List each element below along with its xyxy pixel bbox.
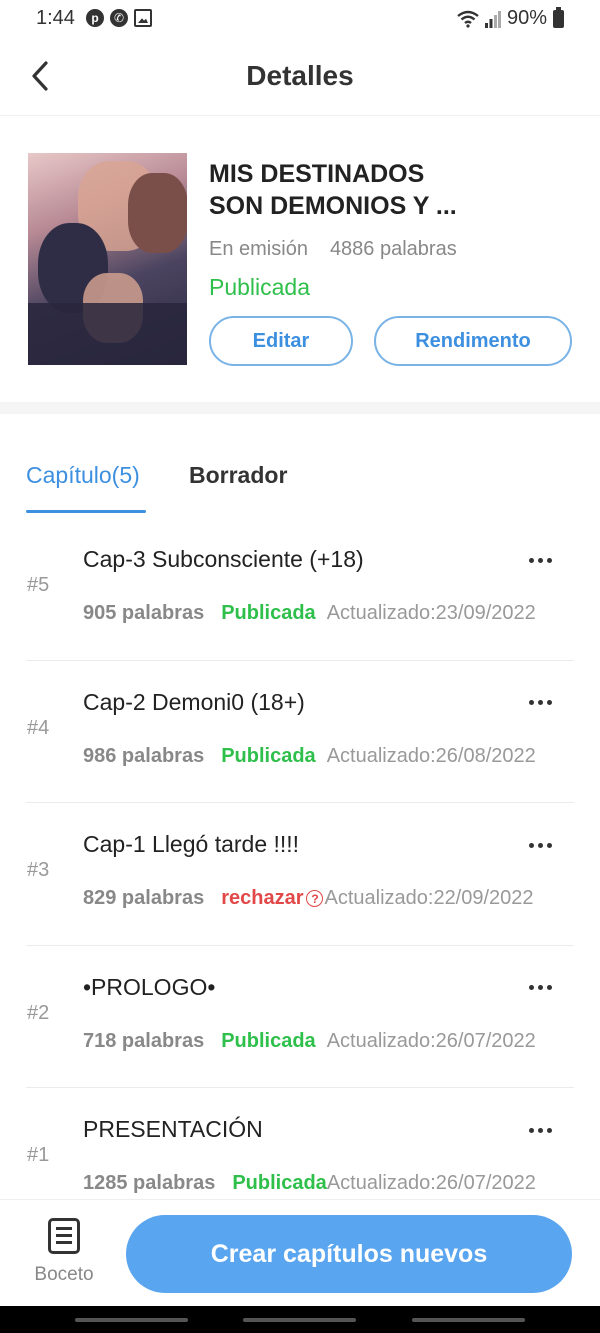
book-meta: En emisión 4886 palabras <box>209 238 457 261</box>
page-title: Detalles <box>246 60 354 91</box>
chapter-title: Cap-2 Demoni0 (18+) <box>83 688 305 715</box>
chapter-status: rechazar <box>221 887 304 909</box>
chapter-status: Publicada <box>221 1029 316 1052</box>
chapter-meta: 829 palabras rechazar ? Actualizado:22/0… <box>83 887 574 910</box>
more-options-icon[interactable] <box>522 548 558 572</box>
chapter-meta: 718 palabras Publicada Actualizado:26/07… <box>83 1030 574 1053</box>
chapter-row[interactable]: #4 Cap-2 Demoni0 (18+) 986 palabras Publ… <box>0 661 600 804</box>
chapter-number: #2 <box>27 1001 50 1024</box>
chapter-title: PRESENTACIÓN <box>83 1116 263 1142</box>
signal-icon <box>484 10 501 28</box>
chapter-updated: Actualizado:26/07/2022 <box>326 1172 536 1194</box>
draft-label: Boceto <box>34 1264 94 1285</box>
whatsapp-icon: ✆ <box>110 9 128 27</box>
bottom-action-bar: Boceto Crear capítulos nuevos <box>0 1199 600 1306</box>
chapter-meta: 1285 palabras Publicada Actualizado:26/0… <box>83 1172 574 1195</box>
book-state: En emisión <box>209 238 308 260</box>
chapter-row[interactable]: #3 Cap-1 Llegó tarde !!!! 829 palabras r… <box>0 803 600 946</box>
chapter-status: Publicada <box>221 602 316 624</box>
nav-recents-icon[interactable] <box>75 1318 188 1322</box>
more-options-icon[interactable] <box>522 976 558 1000</box>
status-right: 90% <box>457 6 564 30</box>
gallery-icon <box>134 9 152 27</box>
more-options-icon[interactable] <box>522 1118 558 1142</box>
chapter-number: #5 <box>27 574 50 596</box>
performance-button[interactable]: Rendimento <box>374 316 572 366</box>
chapter-word-count: 718 palabras <box>83 1029 205 1052</box>
chapter-list: #5 Cap-3 Subconsciente (+18) 905 palabra… <box>0 518 600 1231</box>
notification-icons: p ✆ <box>86 9 152 27</box>
tab-chapters[interactable]: Capítulo(5) <box>26 462 140 489</box>
tab-bar: Capítulo(5) Borrador <box>0 414 600 514</box>
notes-icon <box>48 1218 80 1254</box>
chapter-status: Publicada <box>232 1172 327 1194</box>
create-chapter-button[interactable]: Crear capítulos nuevos <box>126 1215 572 1293</box>
chapter-title: Cap-3 Subconsciente (+18) <box>83 546 364 572</box>
chapter-updated: Actualizado:23/09/2022 <box>326 602 536 624</box>
status-bar: 1:44 p ✆ 90% <box>0 0 600 38</box>
chapter-word-count: 986 palabras <box>83 744 205 767</box>
tab-draft[interactable]: Borrador <box>189 462 287 489</box>
book-status: Publicada <box>209 274 311 300</box>
chapter-updated: Actualizado:26/07/2022 <box>326 1029 536 1052</box>
chapter-title: •PROLOGO• <box>83 973 216 1000</box>
book-cover[interactable] <box>28 153 187 365</box>
draft-button[interactable]: Boceto <box>26 1218 102 1292</box>
chapter-row[interactable]: #5 Cap-3 Subconsciente (+18) 905 palabra… <box>0 518 600 661</box>
edit-button[interactable]: Editar <box>209 316 353 366</box>
chapter-word-count: 1285 palabras <box>83 1172 216 1194</box>
chapter-meta: 905 palabras Publicada Actualizado:23/09… <box>83 602 574 625</box>
chapter-title: Cap-1 Llegó tarde !!!! <box>83 831 300 857</box>
chapter-updated: Actualizado:26/08/2022 <box>326 744 536 767</box>
chapter-word-count: 829 palabras <box>83 887 205 909</box>
book-title-line1: MIS DESTINADOS <box>209 160 425 188</box>
active-tab-indicator <box>26 510 146 513</box>
wifi-icon <box>457 10 479 28</box>
status-time: 1:44 <box>36 7 75 29</box>
chapter-number: #3 <box>27 859 50 881</box>
pinterest-icon: p <box>86 9 104 27</box>
chapter-updated: Actualizado:22/09/2022 <box>324 887 534 909</box>
chapter-number: #4 <box>27 716 50 739</box>
battery-icon <box>553 6 564 28</box>
help-circle-icon[interactable]: ? <box>306 890 324 907</box>
book-info: MIS DESTINADOS SON DEMONIOS Y ... En emi… <box>0 116 600 402</box>
chapter-row[interactable]: #2 •PROLOGO• 718 palabras Publicada Actu… <box>0 946 600 1089</box>
chapter-status: Publicada <box>221 744 316 767</box>
section-divider <box>0 402 600 414</box>
chapter-number: #1 <box>27 1144 50 1166</box>
book-title-line2: SON DEMONIOS Y ... <box>209 192 457 220</box>
more-options-icon[interactable] <box>522 833 558 857</box>
nav-back-icon[interactable] <box>412 1318 525 1322</box>
more-options-icon[interactable] <box>522 691 558 715</box>
battery-percent: 90% <box>506 7 547 29</box>
chapter-word-count: 905 palabras <box>83 602 205 624</box>
book-title: MIS DESTINADOS SON DEMONIOS Y ... <box>209 158 579 222</box>
chapter-meta: 986 palabras Publicada Actualizado:26/08… <box>83 745 574 768</box>
nav-home-icon[interactable] <box>243 1318 356 1322</box>
app-header: Detalles <box>0 38 600 116</box>
system-nav-bar <box>0 1306 600 1333</box>
book-word-count: 4886 palabras <box>329 238 457 260</box>
